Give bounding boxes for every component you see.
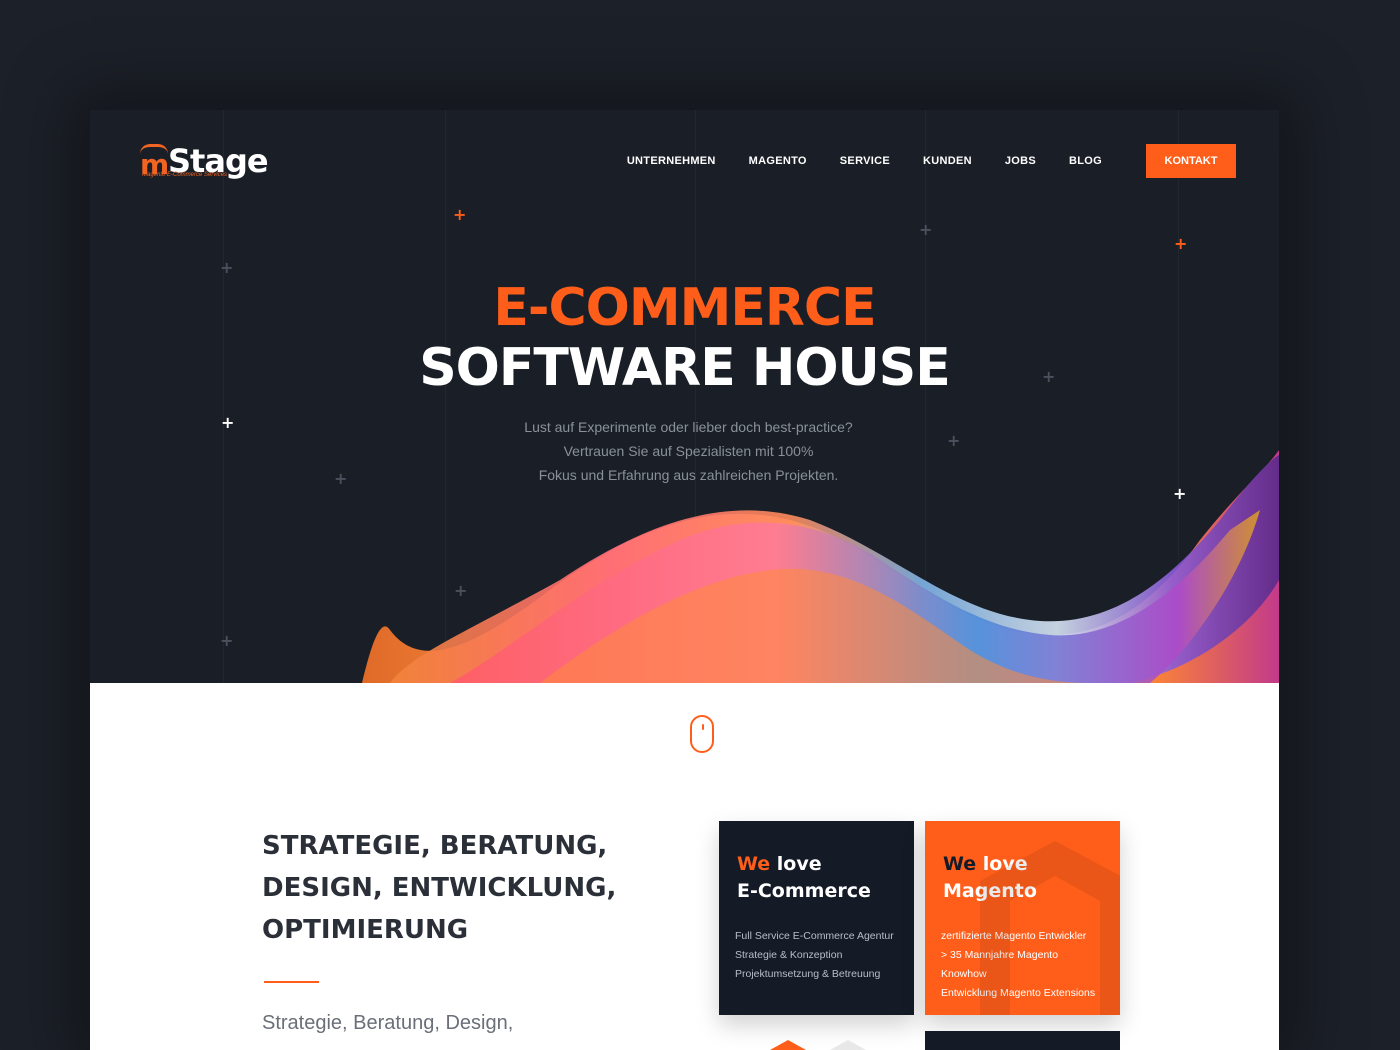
card-magento[interactable]: We love Magento zertifizierte Magento En… xyxy=(925,821,1120,1015)
website-frame: m Stage Magento E-Commerce Services UNTE… xyxy=(90,110,1279,1050)
card-next-partial xyxy=(925,1031,1120,1050)
logo-tagline: Magento E-Commerce Services xyxy=(142,172,228,178)
hero-subtitle-line: Fokus und Erfahrung aus zahlreichen Proj… xyxy=(538,467,839,483)
card-feature-list: Full Service E-Commerce Agentur Strategi… xyxy=(735,927,898,984)
hexagon-icon xyxy=(830,1040,866,1050)
plus-icon: + xyxy=(919,220,933,239)
card-heading-rest: love xyxy=(770,853,822,875)
nav-item-service[interactable]: SERVICE xyxy=(840,155,890,167)
card-feature: Projektumsetzung & Betreuung xyxy=(735,968,881,980)
section-title: STRATEGIE, BERATUNG, DESIGN, ENTWICKLUNG… xyxy=(262,825,616,951)
plus-icon: + xyxy=(220,258,234,277)
nav-item-magento[interactable]: MAGENTO xyxy=(749,155,807,167)
plus-icon: + xyxy=(1174,234,1188,253)
card-feature: Full Service E-Commerce Agentur xyxy=(735,930,894,942)
kontakt-button[interactable]: KONTAKT xyxy=(1146,144,1236,178)
hero-subtitle-line: Lust auf Experimente oder lieber doch be… xyxy=(524,419,853,435)
section-body: Strategie, Beratung, Design, xyxy=(262,1012,514,1034)
card-heading-lead: We xyxy=(737,853,771,875)
card-heading: We love E-Commerce xyxy=(737,851,898,905)
magento-logo-watermark xyxy=(980,841,1120,1015)
hero-subtitle: Lust auf Experimente oder lieber doch be… xyxy=(90,415,1279,487)
section-title-line: STRATEGIE, BERATUNG, xyxy=(262,831,608,861)
plus-icon: + xyxy=(220,631,234,650)
card-heading-lead: We xyxy=(943,853,977,875)
section-title-line: DESIGN, ENTWICKLUNG, xyxy=(262,873,617,903)
plus-icon: + xyxy=(453,205,467,224)
section-divider xyxy=(264,981,319,983)
card-ecommerce[interactable]: We love E-Commerce Full Service E-Commer… xyxy=(719,821,914,1015)
plus-icon: + xyxy=(1173,484,1187,503)
hexagon-icon xyxy=(770,1040,806,1050)
nav-item-jobs[interactable]: JOBS xyxy=(1005,155,1036,167)
main-nav: UNTERNEHMEN MAGENTO SERVICE KUNDEN JOBS … xyxy=(594,144,1236,178)
hero-title-line-2: SOFTWARE HOUSE xyxy=(419,338,951,398)
mouse-scroll-wheel xyxy=(702,724,704,730)
nav-item-blog[interactable]: BLOG xyxy=(1069,155,1102,167)
hero-section: m Stage Magento E-Commerce Services UNTE… xyxy=(90,110,1279,683)
nav-item-kunden[interactable]: KUNDEN xyxy=(923,155,972,167)
plus-icon: + xyxy=(454,581,468,600)
mouse-scroll-icon[interactable] xyxy=(690,715,714,753)
section-title-line: OPTIMIERUNG xyxy=(262,915,469,945)
hero-title-line-1: E-COMMERCE xyxy=(493,278,876,338)
nav-item-unternehmen[interactable]: UNTERNEHMEN xyxy=(627,155,716,167)
mstage-logo[interactable]: m Stage Magento E-Commerce Services xyxy=(140,140,280,184)
hero-subtitle-line: Vertrauen Sie auf Spezialisten mit 100% xyxy=(563,443,814,459)
card-feature: Strategie & Konzeption xyxy=(735,949,843,961)
card-heading-line2: E-Commerce xyxy=(737,880,871,902)
